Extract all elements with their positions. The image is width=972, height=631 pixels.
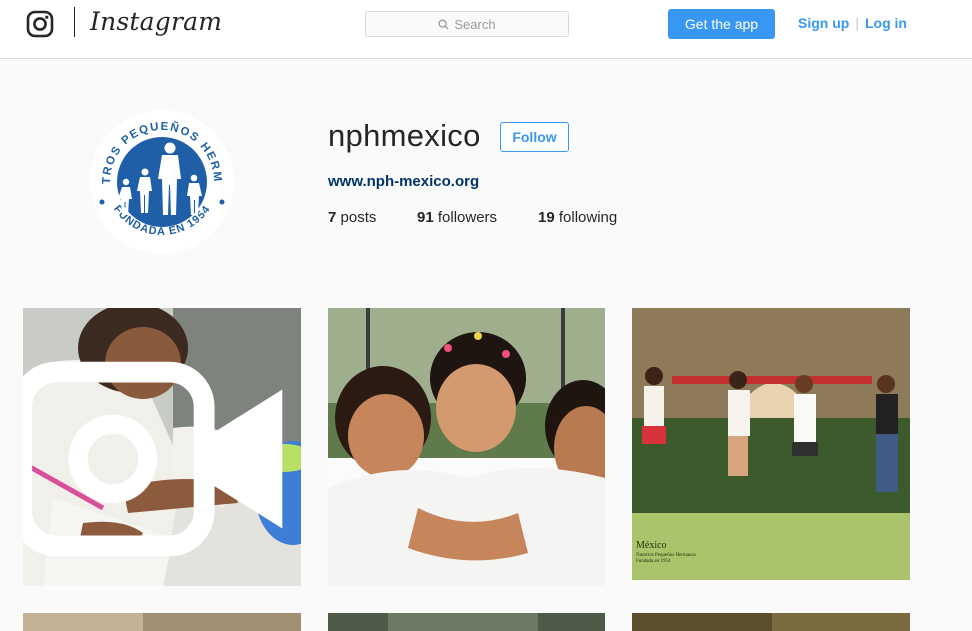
post-3-caption-title: México <box>636 540 667 551</box>
following-stat[interactable]: 19 following <box>538 209 617 226</box>
instagram-glyph-icon[interactable] <box>26 10 54 38</box>
log-in-link[interactable]: Log in <box>865 15 907 31</box>
post-thumbnail-4[interactable] <box>23 613 301 631</box>
search-placeholder: Search <box>454 16 496 32</box>
post-3-caption-line-1: Nuestros Pequeños Hermanos <box>636 553 696 558</box>
auth-links: Sign up | Log in <box>798 15 907 31</box>
following-count: 19 <box>538 209 555 226</box>
post-image-4 <box>23 613 301 631</box>
post-image-5 <box>328 613 605 631</box>
post-thumbnail-3[interactable]: México Nuestros Pequeños Hermanos Fundad… <box>632 308 910 580</box>
search-input[interactable]: Search <box>365 11 569 37</box>
video-camera-icon <box>23 361 283 557</box>
post-thumbnail-5[interactable] <box>328 613 605 631</box>
follow-button[interactable]: Follow <box>500 122 569 152</box>
post-thumbnail-6[interactable] <box>632 613 910 631</box>
post-image-6 <box>632 613 910 631</box>
instagram-wordmark[interactable]: Instagram <box>90 7 222 36</box>
profile-avatar: NUESTROS PEQUEÑOS HERMANOS FUNDADA EN 19… <box>88 108 234 254</box>
post-image-laughing-children <box>328 308 605 586</box>
top-nav: Instagram Search Get the app Sign up | L… <box>0 0 972 59</box>
nav-divider <box>74 7 75 37</box>
post-thumbnail-1[interactable] <box>23 308 301 586</box>
followers-count: 91 <box>417 209 434 226</box>
followers-stat[interactable]: 91 followers <box>417 209 497 226</box>
posts-label: posts <box>340 209 377 226</box>
posts-count: 7 <box>328 209 337 226</box>
post-3-caption-line-2: Fundada en 1954 <box>636 559 671 564</box>
post-3-caption: México Nuestros Pequeños Hermanos Fundad… <box>636 540 696 565</box>
post-image-girls-jumping <box>632 308 910 580</box>
followers-label: followers <box>437 209 498 226</box>
sign-up-link[interactable]: Sign up <box>798 15 849 31</box>
profile-username: nphmexico <box>328 118 481 153</box>
search-icon <box>438 18 449 30</box>
following-label: following <box>558 209 618 226</box>
auth-separator: | <box>855 15 859 31</box>
posts-stat: 7 posts <box>328 209 376 226</box>
get-the-app-button[interactable]: Get the app <box>668 9 775 39</box>
post-thumbnail-2[interactable] <box>328 308 605 586</box>
profile-website-link[interactable]: www.nph-mexico.org <box>328 173 479 190</box>
